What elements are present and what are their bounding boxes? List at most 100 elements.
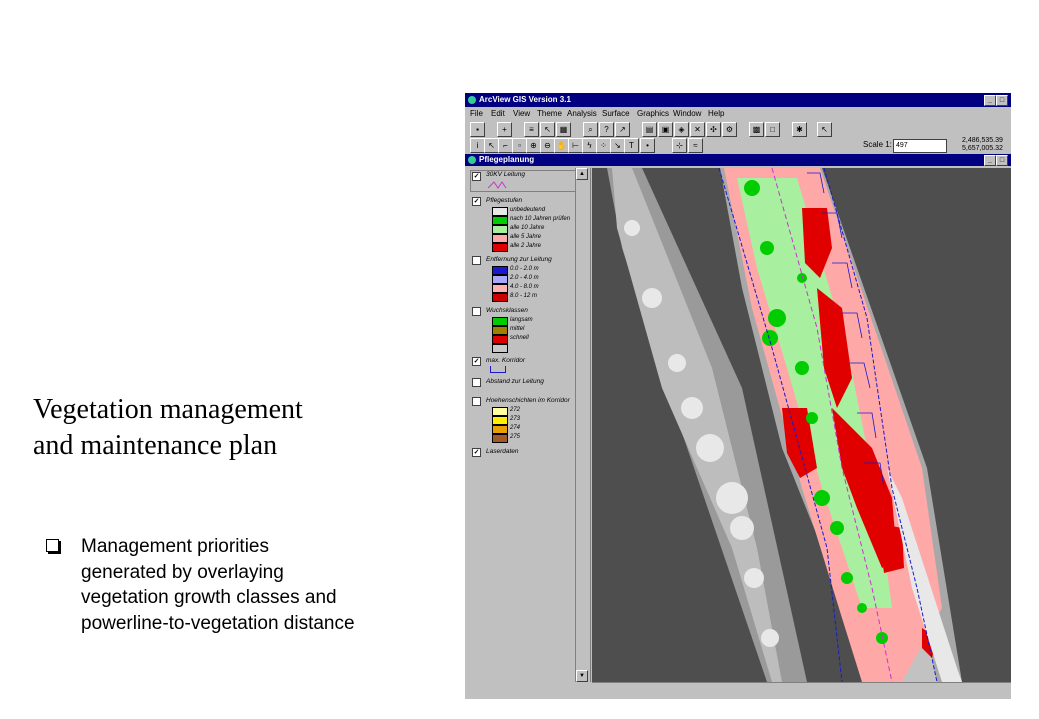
theme-checkbox-abstand[interactable] [472, 378, 481, 387]
menu-help[interactable]: Help [708, 107, 724, 120]
snap-icon[interactable]: ⊹ [672, 138, 687, 153]
theme-name-abstand[interactable]: Abstand zur Leitung [486, 378, 544, 385]
menu-graphics[interactable]: Graphics [637, 107, 669, 120]
legend-swatch [492, 216, 508, 225]
slide-title: Vegetation management and maintenance pl… [33, 392, 413, 464]
measure-icon[interactable]: ⊢ [568, 138, 583, 153]
select-features-icon[interactable]: ▩ [749, 122, 764, 137]
query-icon[interactable]: ? [599, 122, 614, 137]
menu-bar: File Edit View Theme Analysis Surface Gr… [465, 107, 1011, 120]
theme-name-entfernung[interactable]: Entfernung zur Leitung [486, 256, 552, 263]
zoom-out-icon[interactable]: ⊖ [540, 138, 555, 153]
zoom-full-icon[interactable]: ▤ [642, 122, 657, 137]
app-titlebar[interactable]: ArcView GIS Version 3.1 _ □ [465, 93, 1011, 107]
legend-label: alle 5 Jahre [510, 234, 542, 240]
theme-checkbox-korridor[interactable]: ✓ [472, 357, 481, 366]
theme-checkbox-30kv[interactable]: ✓ [472, 172, 481, 181]
theme-name-wuchsklassen[interactable]: Wuchsklassen [486, 307, 528, 314]
menu-edit[interactable]: Edit [491, 107, 505, 120]
coordinate-x: 2,486,535.39 [962, 137, 1003, 144]
menu-surface[interactable]: Surface [602, 107, 630, 120]
pan-icon[interactable]: ✋ [554, 138, 569, 153]
view-maximize-button[interactable]: □ [996, 155, 1008, 166]
legend-label: nach 10 Jahren prüfen [510, 216, 571, 222]
theme-checkbox-laserdaten[interactable]: ✓ [472, 448, 481, 457]
legend-label: 8.0 - 12 m [510, 293, 538, 299]
minimize-button[interactable]: _ [984, 95, 996, 106]
theme-name-30kv[interactable]: 30KV Leitung [486, 171, 525, 178]
text-icon[interactable]: T [624, 138, 639, 153]
theme-checkbox-hoehenschichten[interactable] [472, 397, 481, 406]
corridor-legend-icon [490, 366, 506, 373]
view-minimize-button[interactable]: _ [984, 155, 996, 166]
menu-file[interactable]: File [470, 107, 483, 120]
label-icon[interactable]: ↘ [610, 138, 625, 153]
zoom-in-icon[interactable]: ⊕ [526, 138, 541, 153]
map-canvas[interactable] [592, 168, 1011, 682]
legend-swatch [492, 407, 508, 416]
clear-selection-icon[interactable]: □ [765, 122, 780, 137]
vertex-edit-icon[interactable]: ⌐ [498, 138, 513, 153]
legend-label: alle 2 Jahre [510, 243, 542, 249]
legend-label: 0.0 - 2.0 m [510, 266, 539, 272]
zoom-active-icon[interactable]: ▣ [658, 122, 673, 137]
zoom-out-center-icon[interactable]: ✣ [706, 122, 721, 137]
help-icon[interactable]: ✱ [792, 122, 807, 137]
legend-swatch [492, 207, 508, 216]
menu-view[interactable]: View [513, 107, 530, 120]
scroll-up-icon[interactable]: ▲ [576, 168, 588, 180]
legend-swatch [492, 293, 508, 302]
contour-icon[interactable]: ≈ [688, 138, 703, 153]
menu-analysis[interactable]: Analysis [567, 107, 597, 120]
save-icon[interactable]: ▪ [470, 122, 485, 137]
legend-label: 2.0 - 4.0 m [510, 275, 539, 281]
theme-properties-icon[interactable]: ≡ [524, 122, 539, 137]
legend-swatch [492, 275, 508, 284]
add-theme-icon[interactable]: + [497, 122, 512, 137]
zoom-selected-icon[interactable]: ◈ [674, 122, 689, 137]
identify-icon[interactable]: i [470, 138, 485, 153]
coordinate-y: 5,657,005.32 [962, 145, 1003, 152]
pointer-icon[interactable]: ↖ [484, 138, 499, 153]
button-bar: ▪ + ≡ ↖ ▦ ⌕ ? ↗ ▤ ▣ ◈ ✕ ✣ ⚙ ▩ □ ✱ ↖ [465, 121, 1011, 137]
zoom-in-center-icon[interactable]: ✕ [690, 122, 705, 137]
map-horizontal-scrollbar[interactable] [592, 682, 1011, 695]
legend-label: 274 [510, 425, 521, 431]
legend-swatch [492, 243, 508, 252]
scale-input[interactable] [893, 139, 947, 153]
locate-icon[interactable]: ↗ [615, 122, 630, 137]
hotlink-icon[interactable]: ϟ [582, 138, 597, 153]
menu-theme[interactable]: Theme [537, 107, 562, 120]
select-feature-icon[interactable]: ▫ [512, 138, 527, 153]
theme-name-hoehenschichten[interactable]: Hoehenschichten im Korridor [486, 397, 570, 404]
slide-title-line-2: and maintenance plan [33, 430, 278, 461]
view-titlebar[interactable]: Pflegeplanung _ □ [465, 154, 1011, 166]
theme-checkbox-entfernung[interactable] [472, 256, 481, 265]
scroll-down-icon[interactable]: ▼ [576, 670, 588, 682]
theme-name-korridor[interactable]: max. Korridor [486, 357, 525, 364]
context-help-icon[interactable]: ↖ [817, 122, 832, 137]
theme-checkbox-pflegestufen[interactable]: ✓ [472, 197, 481, 206]
table-icon[interactable]: ▦ [556, 122, 571, 137]
theme-name-pflegestufen[interactable]: Pflegestufen [486, 197, 522, 204]
theme-name-laserdaten[interactable]: Laserdaten [486, 448, 519, 455]
bullet-line-4: powerline-to-vegetation distance [81, 612, 355, 634]
zoom-previous-icon[interactable]: ⚙ [722, 122, 737, 137]
legend-label: mittel [510, 326, 525, 332]
maximize-button[interactable]: □ [996, 95, 1008, 106]
legend-swatch [492, 317, 508, 326]
bullet-line-1: Management priorities [81, 536, 269, 557]
theme-checkbox-wuchsklassen[interactable] [472, 307, 481, 316]
edit-legend-icon[interactable]: ↖ [540, 122, 555, 137]
bullet-line-2: generated by overlaying [81, 561, 284, 583]
menu-window[interactable]: Window [673, 107, 701, 120]
legend-label: 272 [510, 407, 521, 413]
find-icon[interactable]: ⌕ [583, 122, 598, 137]
draw-point-icon[interactable]: • [640, 138, 655, 153]
toc-scrollbar[interactable]: ▲ ▼ [575, 168, 588, 682]
scale-label: Scale 1: [863, 140, 892, 149]
legend-swatch [492, 225, 508, 234]
legend-swatch [492, 434, 508, 443]
area-of-interest-icon[interactable]: ⁘ [596, 138, 611, 153]
view-icon [468, 156, 476, 164]
